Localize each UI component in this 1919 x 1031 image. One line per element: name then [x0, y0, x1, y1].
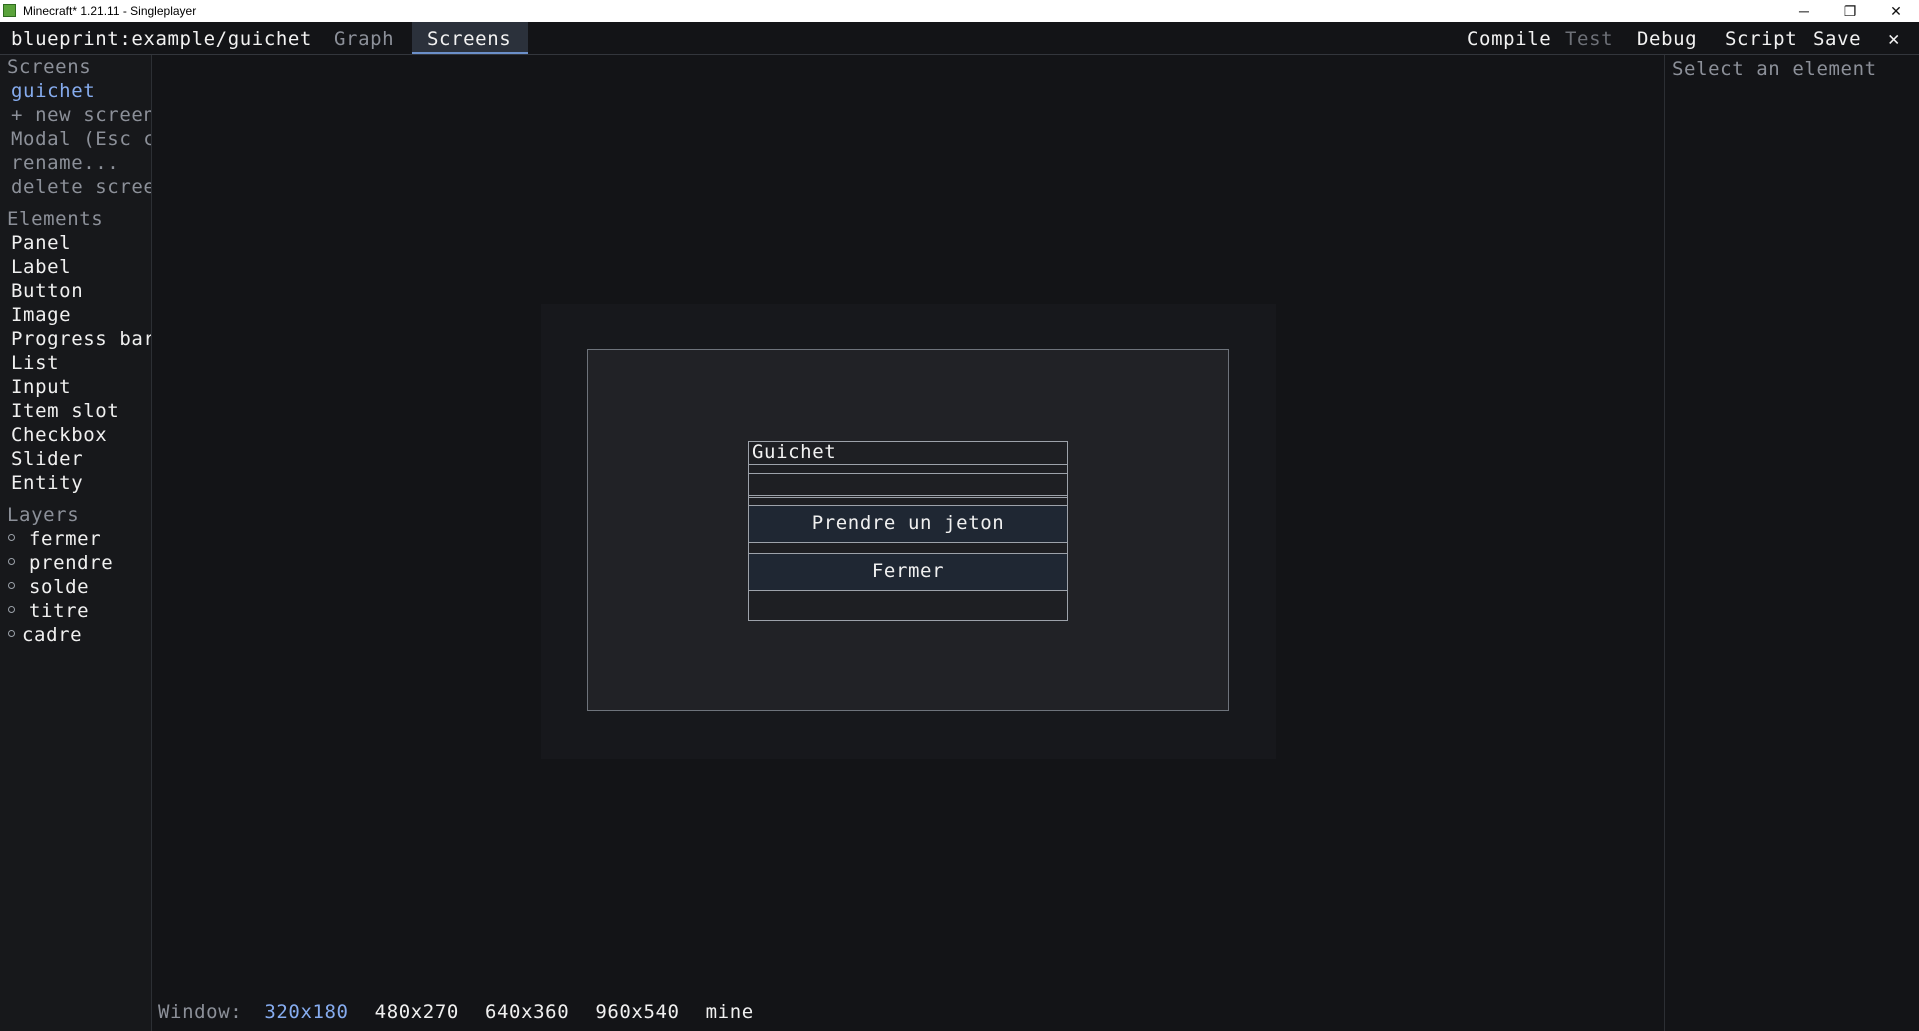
new-screen-button[interactable]: + new screen	[11, 104, 151, 126]
save-button[interactable]: Save	[1813, 28, 1861, 50]
element-checkbox[interactable]: Checkbox	[11, 424, 107, 446]
window-title-bar: Minecraft* 1.21.11 - Singleplayer ─ ❐ ✕	[0, 0, 1919, 22]
test-button[interactable]: Test	[1565, 28, 1613, 50]
layer-dot-icon	[8, 606, 15, 613]
close-editor-icon[interactable]: ✕	[1888, 28, 1900, 50]
rename-screen-button[interactable]: rename...	[11, 152, 119, 174]
layers-header: Layers	[7, 504, 80, 526]
element-input[interactable]: Input	[11, 376, 71, 398]
element-list[interactable]: List	[11, 352, 59, 374]
element-button[interactable]: Button	[11, 280, 83, 302]
window-close-icon[interactable]: ✕	[1873, 0, 1919, 22]
debug-button[interactable]: Debug	[1637, 28, 1697, 50]
modal-toggle[interactable]: Modal (Esc closes)	[11, 128, 151, 150]
window-title: Minecraft* 1.21.11 - Singleplayer	[23, 4, 197, 18]
editor-toolbar: blueprint:example/guichet Graph Screens …	[0, 22, 1919, 55]
restore-icon[interactable]: ❐	[1827, 0, 1873, 22]
element-image[interactable]: Image	[11, 304, 71, 326]
tab-graph[interactable]: Graph	[334, 28, 394, 50]
inspector-panel: Select an element	[1664, 55, 1919, 1031]
left-sidebar: Screens guichet + new screen Modal (Esc …	[0, 55, 152, 1031]
inspector-placeholder: Select an element	[1672, 58, 1877, 80]
blueprint-path: blueprint:example/guichet	[11, 28, 312, 50]
screens-header: Screens	[7, 56, 92, 78]
element-slider[interactable]: Slider	[11, 448, 83, 470]
layer-dot-icon	[8, 582, 15, 589]
window-size-320x180[interactable]: 320x180	[264, 1001, 348, 1023]
element-item-slot[interactable]: Item slot	[11, 400, 119, 422]
layer-item-titre[interactable]: titre	[8, 600, 89, 622]
element-label[interactable]: Label	[11, 256, 71, 278]
layer-dot-icon	[8, 534, 15, 541]
script-button[interactable]: Script	[1725, 28, 1797, 50]
minecraft-app-icon	[3, 4, 16, 17]
prendre-button[interactable]: Prendre un jeton	[748, 505, 1068, 543]
element-progress-bar[interactable]: Progress bar	[11, 328, 151, 350]
elements-header: Elements	[7, 208, 104, 230]
solde-label[interactable]	[748, 473, 1068, 496]
element-entity[interactable]: Entity	[11, 472, 83, 494]
element-panel[interactable]: Panel	[11, 232, 71, 254]
window-size-mine[interactable]: mine	[706, 1001, 754, 1023]
layer-dot-icon	[8, 558, 15, 565]
minimize-icon[interactable]: ─	[1781, 0, 1827, 22]
window-size-bar: Window: 320x180 480x270 640x360 960x540 …	[158, 1001, 768, 1023]
window-size-640x360[interactable]: 640x360	[485, 1001, 569, 1023]
compile-button[interactable]: Compile	[1467, 28, 1551, 50]
layer-item-cadre[interactable]: cadre	[8, 624, 82, 646]
layer-dot-icon	[8, 630, 15, 637]
titre-label[interactable]: Guichet	[748, 441, 1068, 465]
fermer-button[interactable]: Fermer	[748, 553, 1068, 591]
window-size-480x270[interactable]: 480x270	[375, 1001, 459, 1023]
window-size-label: Window:	[158, 1001, 243, 1023]
layer-item-prendre[interactable]: prendre	[8, 552, 113, 574]
delete-screen-button[interactable]: delete screen	[11, 176, 151, 198]
layer-item-solde[interactable]: solde	[8, 576, 89, 598]
window-size-960x540[interactable]: 960x540	[595, 1001, 679, 1023]
screen-item-guichet[interactable]: guichet	[11, 80, 95, 102]
layer-item-fermer[interactable]: fermer	[8, 528, 101, 550]
tab-screens[interactable]: Screens	[427, 28, 511, 50]
